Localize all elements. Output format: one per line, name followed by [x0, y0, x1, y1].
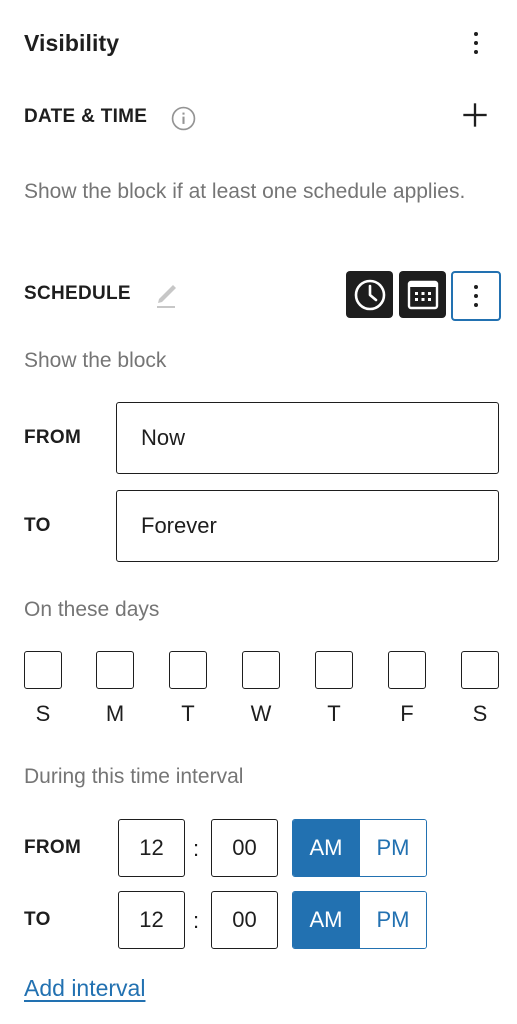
- day-checkbox-sunday[interactable]: [24, 651, 62, 689]
- from-hour-value: 12: [139, 835, 164, 860]
- from-date-value: Now: [141, 425, 186, 450]
- to-label: TO: [24, 515, 51, 536]
- day-label-monday: M: [105, 701, 125, 726]
- clock-button[interactable]: [346, 271, 393, 318]
- from-time-separator: :: [193, 836, 200, 861]
- day-label-thursday: T: [327, 701, 341, 726]
- from-minute-input[interactable]: 00: [211, 819, 278, 877]
- interval-to-label: TO: [24, 909, 51, 930]
- calendar-icon: [407, 280, 438, 309]
- plus-icon[interactable]: [461, 101, 489, 129]
- day-checkbox-tuesday[interactable]: [169, 651, 207, 689]
- info-icon[interactable]: [171, 106, 196, 131]
- from-hour-input[interactable]: 12: [118, 819, 185, 877]
- day-label-wednesday: W: [250, 701, 272, 726]
- from-am-button[interactable]: AM: [293, 820, 359, 876]
- schedule-title: SCHEDULE: [24, 283, 131, 304]
- panel-title: Visibility: [24, 30, 120, 56]
- day-label-saturday: S: [472, 701, 488, 726]
- to-pm-button[interactable]: PM: [359, 892, 426, 948]
- to-am-button[interactable]: AM: [293, 892, 359, 948]
- day-checkbox-wednesday[interactable]: [242, 651, 280, 689]
- show-block-label: Show the block: [24, 349, 167, 372]
- calendar-button[interactable]: [399, 271, 446, 318]
- panel-options-button[interactable]: [461, 26, 491, 60]
- to-ampm-toggle: AM PM: [292, 891, 427, 949]
- to-minute-value: 00: [232, 907, 257, 932]
- day-checkbox-thursday[interactable]: [315, 651, 353, 689]
- to-date-value: Forever: [141, 513, 217, 538]
- day-label-friday: F: [400, 701, 414, 726]
- from-pm-button[interactable]: PM: [359, 820, 426, 876]
- to-hour-input[interactable]: 12: [118, 891, 185, 949]
- from-label: FROM: [24, 427, 82, 448]
- section-title: DATE & TIME: [24, 106, 148, 127]
- interval-label: During this time interval: [24, 765, 244, 788]
- to-date-field[interactable]: Forever: [116, 490, 499, 562]
- to-minute-input[interactable]: 00: [211, 891, 278, 949]
- days-label: On these days: [24, 598, 160, 621]
- from-minute-value: 00: [232, 835, 257, 860]
- add-interval-link[interactable]: Add interval: [24, 975, 145, 1002]
- pencil-icon[interactable]: [154, 279, 180, 309]
- from-date-field[interactable]: Now: [116, 402, 499, 474]
- to-time-separator: :: [193, 908, 200, 933]
- from-ampm-toggle: AM PM: [292, 819, 427, 877]
- to-hour-value: 12: [139, 907, 164, 932]
- section-help-text: Show the block if at least one schedule …: [24, 180, 466, 203]
- interval-from-label: FROM: [24, 837, 82, 858]
- day-checkbox-monday[interactable]: [96, 651, 134, 689]
- clock-icon: [354, 279, 385, 310]
- day-checkbox-friday[interactable]: [388, 651, 426, 689]
- vertical-ellipsis-icon: [461, 281, 491, 311]
- day-label-tuesday: T: [181, 701, 195, 726]
- schedule-options-button[interactable]: [451, 271, 501, 321]
- day-label-sunday: S: [35, 701, 51, 726]
- day-checkbox-saturday[interactable]: [461, 651, 499, 689]
